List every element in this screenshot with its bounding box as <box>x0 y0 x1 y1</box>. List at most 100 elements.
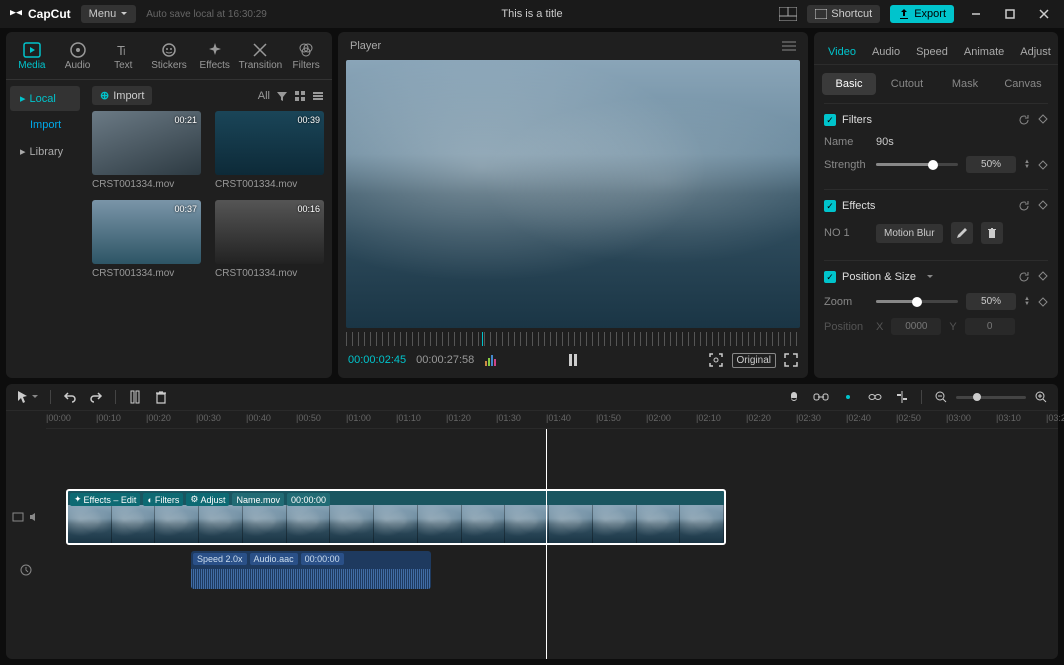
reset-icon[interactable] <box>1018 271 1030 283</box>
tab-audio[interactable]: Audio <box>56 38 100 79</box>
delete-button[interactable] <box>154 390 168 404</box>
focus-icon[interactable] <box>708 352 724 368</box>
chain-button[interactable] <box>867 392 883 402</box>
edit-effect-button[interactable] <box>951 222 973 244</box>
fullscreen-icon[interactable] <box>784 353 798 367</box>
effects-checkbox[interactable]: ✓ <box>824 200 836 212</box>
maximize-button[interactable] <box>998 2 1022 26</box>
zoom-out-icon[interactable] <box>934 390 948 404</box>
inspector-tab-audio[interactable]: Audio <box>864 40 908 64</box>
media-clip[interactable]: 00:21CRST001334.mov <box>92 111 201 190</box>
tab-text[interactable]: TI Text <box>101 38 145 79</box>
levels-icon[interactable] <box>484 353 498 367</box>
tab-media[interactable]: Media <box>10 38 54 79</box>
inspector-tab-video[interactable]: Video <box>820 40 864 64</box>
zoom-stepper[interactable]: ▲▼ <box>1024 297 1030 307</box>
keyframe-icon[interactable] <box>1038 271 1048 281</box>
sidebar-item-local[interactable]: ▸Local <box>10 86 80 111</box>
inspector-tab-speed[interactable]: Speed <box>908 40 956 64</box>
layout-icon[interactable] <box>779 7 797 21</box>
project-title[interactable]: This is a title <box>501 8 562 20</box>
filter-all[interactable]: All <box>258 90 270 102</box>
filters-checkbox[interactable]: ✓ <box>824 114 836 126</box>
media-clip[interactable]: 00:37CRST001334.mov <box>92 200 201 279</box>
player-menu-icon[interactable] <box>782 41 796 51</box>
sort-icon[interactable] <box>276 90 288 102</box>
subtab-canvas[interactable]: Canvas <box>996 73 1050 95</box>
undo-button[interactable] <box>63 390 77 404</box>
transition-icon <box>252 42 268 58</box>
media-icon <box>23 42 41 58</box>
chevron-down-icon[interactable] <box>926 273 934 281</box>
import-button[interactable]: ⊕Import <box>92 86 152 105</box>
section-position-size: ✓ Position & Size Zoom 50% ▲▼ Pos <box>824 260 1048 351</box>
minimize-button[interactable] <box>964 2 988 26</box>
subtab-cutout[interactable]: Cutout <box>880 73 934 95</box>
media-clip[interactable]: 00:39CRST001334.mov <box>215 111 324 190</box>
position-checkbox[interactable]: ✓ <box>824 271 836 283</box>
subtab-basic[interactable]: Basic <box>822 73 876 95</box>
player-label: Player <box>350 40 381 52</box>
keyframe-icon[interactable] <box>1038 297 1048 307</box>
video-clip[interactable]: ✦ Effects – Edit ◐ Filters ⚙ Adjust Name… <box>66 489 726 545</box>
reset-icon[interactable] <box>1018 200 1030 212</box>
record-button[interactable] <box>787 390 801 404</box>
keyframe-icon[interactable] <box>1038 200 1048 210</box>
clip-tag-filters[interactable]: ◐ Filters <box>143 493 183 506</box>
link-button[interactable] <box>813 391 829 403</box>
playhead[interactable] <box>546 429 547 659</box>
inspector-tab-adjust[interactable]: Adjust <box>1012 40 1058 64</box>
inspector-panel: Video Audio Speed Animate Adjust Basic C… <box>814 32 1058 378</box>
quality-selector[interactable]: Original <box>732 353 776 368</box>
grid-view-icon[interactable] <box>294 90 306 102</box>
tab-effects[interactable]: Effects <box>193 38 237 79</box>
clip-tag-dur: 00:00:00 <box>287 493 330 506</box>
align-button[interactable] <box>895 390 909 404</box>
pointer-tool[interactable] <box>16 390 38 404</box>
timeline-tracks[interactable]: ✦ Effects – Edit ◐ Filters ⚙ Adjust Name… <box>6 429 1058 659</box>
autosave-status: Auto save local at 16:30:29 <box>146 9 267 20</box>
strength-stepper[interactable]: ▲▼ <box>1024 160 1030 170</box>
strength-slider[interactable] <box>876 163 958 166</box>
zoom-slider[interactable] <box>876 300 958 303</box>
player-viewport[interactable] <box>346 60 800 328</box>
pos-x-value[interactable]: 0000 <box>891 318 941 335</box>
export-button[interactable]: Export <box>890 5 954 23</box>
list-view-icon[interactable] <box>312 90 324 102</box>
shortcut-button[interactable]: Shortcut <box>807 5 880 23</box>
media-sidebar: ▸Local Import ▸Library <box>6 80 84 378</box>
timeline-ruler[interactable]: |00:00|00:10|00:20|00:30|00:40|00:50|01:… <box>46 411 1058 429</box>
delete-effect-button[interactable] <box>981 222 1003 244</box>
keyframe-icon[interactable] <box>1038 114 1048 124</box>
subtab-mask[interactable]: Mask <box>938 73 992 95</box>
clock-icon[interactable] <box>20 564 32 576</box>
redo-button[interactable] <box>89 390 103 404</box>
audio-clip[interactable]: Speed 2.0x Audio.aac 00:00:00 <box>191 551 431 589</box>
clip-tag-adjust[interactable]: ⚙ Adjust <box>186 493 229 506</box>
strength-value[interactable]: 50% <box>966 156 1016 173</box>
video-track-icon[interactable] <box>12 511 24 523</box>
menu-button[interactable]: Menu <box>81 5 137 23</box>
keyframe-icon[interactable] <box>1038 160 1048 170</box>
clip-tag-effects[interactable]: ✦ Effects – Edit <box>70 493 140 506</box>
pos-y-value[interactable]: 0 <box>965 318 1015 335</box>
snap-button[interactable] <box>841 390 855 404</box>
trash-icon <box>986 227 998 239</box>
tab-filters[interactable]: Filters <box>284 38 328 79</box>
tab-stickers[interactable]: Stickers <box>147 38 191 79</box>
mute-icon[interactable] <box>28 511 40 523</box>
sidebar-item-library[interactable]: ▸Library <box>10 139 80 164</box>
sidebar-item-import[interactable]: Import <box>10 113 80 137</box>
inspector-tab-animate[interactable]: Animate <box>956 40 1012 64</box>
reset-icon[interactable] <box>1018 114 1030 126</box>
tab-transition[interactable]: Transition <box>239 38 283 79</box>
waveform <box>191 569 431 589</box>
close-button[interactable] <box>1032 2 1056 26</box>
timeline-zoom-slider[interactable] <box>956 396 1026 399</box>
zoom-value[interactable]: 50% <box>966 293 1016 310</box>
player-scrubber[interactable] <box>346 332 800 346</box>
pause-button[interactable] <box>565 352 581 368</box>
media-clip[interactable]: 00:16CRST001334.mov <box>215 200 324 279</box>
split-button[interactable] <box>128 390 142 404</box>
zoom-in-icon[interactable] <box>1034 390 1048 404</box>
